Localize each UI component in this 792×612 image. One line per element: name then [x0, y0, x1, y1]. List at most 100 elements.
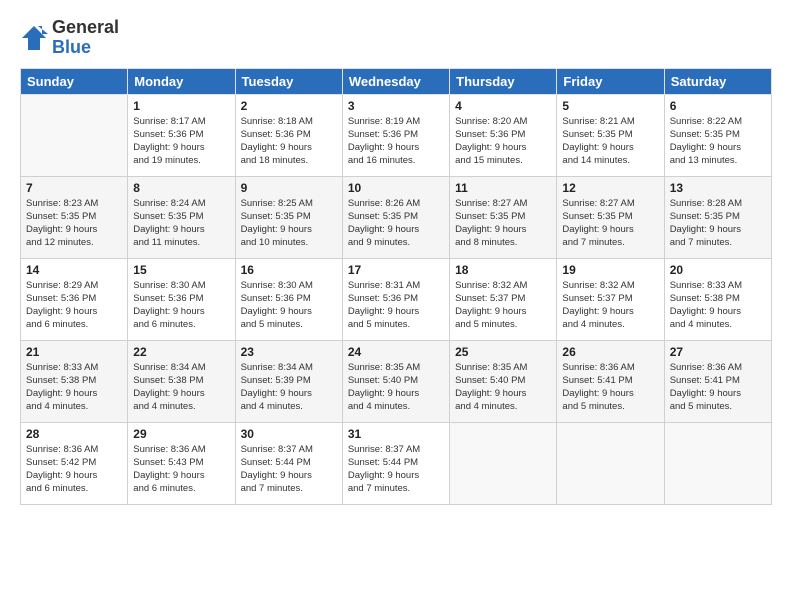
day-number: 30 [241, 427, 337, 441]
day-info: Sunrise: 8:25 AM Sunset: 5:35 PM Dayligh… [241, 197, 337, 250]
weekday-header-thursday: Thursday [450, 68, 557, 94]
calendar-cell [557, 422, 664, 504]
day-number: 16 [241, 263, 337, 277]
day-info: Sunrise: 8:19 AM Sunset: 5:36 PM Dayligh… [348, 115, 444, 168]
day-number: 2 [241, 99, 337, 113]
calendar-cell: 17 Sunrise: 8:31 AM Sunset: 5:36 PM Dayli… [342, 258, 449, 340]
calendar-cell: 28 Sunrise: 8:36 AM Sunset: 5:42 PM Dayli… [21, 422, 128, 504]
day-info: Sunrise: 8:36 AM Sunset: 5:42 PM Dayligh… [26, 443, 122, 496]
logo-icon [20, 24, 48, 52]
day-info: Sunrise: 8:36 AM Sunset: 5:41 PM Dayligh… [562, 361, 658, 414]
day-number: 10 [348, 181, 444, 195]
day-number: 26 [562, 345, 658, 359]
day-number: 19 [562, 263, 658, 277]
day-info: Sunrise: 8:26 AM Sunset: 5:35 PM Dayligh… [348, 197, 444, 250]
day-number: 5 [562, 99, 658, 113]
calendar-cell: 9 Sunrise: 8:25 AM Sunset: 5:35 PM Daylig… [235, 176, 342, 258]
day-info: Sunrise: 8:36 AM Sunset: 5:41 PM Dayligh… [670, 361, 766, 414]
calendar-cell [664, 422, 771, 504]
calendar-cell: 26 Sunrise: 8:36 AM Sunset: 5:41 PM Dayli… [557, 340, 664, 422]
calendar-cell: 7Sunrise: 8:23 AM Sunset: 5:35 PM Daylig… [21, 176, 128, 258]
calendar-cell: 25 Sunrise: 8:35 AM Sunset: 5:40 PM Dayli… [450, 340, 557, 422]
day-info: Sunrise: 8:36 AM Sunset: 5:43 PM Dayligh… [133, 443, 229, 496]
calendar-cell: 14 Sunrise: 8:29 AM Sunset: 5:36 PM Dayli… [21, 258, 128, 340]
day-number: 28 [26, 427, 122, 441]
calendar-week-row: 7Sunrise: 8:23 AM Sunset: 5:35 PM Daylig… [21, 176, 772, 258]
calendar: SundayMondayTuesdayWednesdayThursdayFrid… [20, 68, 772, 505]
logo-text: General Blue [52, 18, 119, 58]
day-number: 31 [348, 427, 444, 441]
day-number: 22 [133, 345, 229, 359]
day-info: Sunrise: 8:24 AM Sunset: 5:35 PM Dayligh… [133, 197, 229, 250]
calendar-week-row: 14 Sunrise: 8:29 AM Sunset: 5:36 PM Dayli… [21, 258, 772, 340]
day-info: Sunrise: 8:31 AM Sunset: 5:36 PM Dayligh… [348, 279, 444, 332]
day-number: 23 [241, 345, 337, 359]
day-number: 24 [348, 345, 444, 359]
day-number: 21 [26, 345, 122, 359]
calendar-cell: 1 Sunrise: 8:17 AM Sunset: 5:36 PM Daylig… [128, 94, 235, 176]
weekday-header-wednesday: Wednesday [342, 68, 449, 94]
calendar-cell: 6 Sunrise: 8:22 AM Sunset: 5:35 PM Daylig… [664, 94, 771, 176]
calendar-cell: 22 Sunrise: 8:34 AM Sunset: 5:38 PM Dayli… [128, 340, 235, 422]
page: General Blue SundayMondayTuesdayWednesda… [0, 0, 792, 612]
calendar-week-row: 28 Sunrise: 8:36 AM Sunset: 5:42 PM Dayli… [21, 422, 772, 504]
day-info: Sunrise: 8:22 AM Sunset: 5:35 PM Dayligh… [670, 115, 766, 168]
day-info: Sunrise: 8:20 AM Sunset: 5:36 PM Dayligh… [455, 115, 551, 168]
day-number: 18 [455, 263, 551, 277]
day-number: 17 [348, 263, 444, 277]
calendar-cell: 12Sunrise: 8:27 AM Sunset: 5:35 PM Dayli… [557, 176, 664, 258]
day-number: 27 [670, 345, 766, 359]
calendar-cell: 27 Sunrise: 8:36 AM Sunset: 5:41 PM Dayli… [664, 340, 771, 422]
day-info: Sunrise: 8:34 AM Sunset: 5:38 PM Dayligh… [133, 361, 229, 414]
calendar-week-row: 21Sunrise: 8:33 AM Sunset: 5:38 PM Dayli… [21, 340, 772, 422]
weekday-header-friday: Friday [557, 68, 664, 94]
calendar-cell: 20 Sunrise: 8:33 AM Sunset: 5:38 PM Dayli… [664, 258, 771, 340]
day-info: Sunrise: 8:32 AM Sunset: 5:37 PM Dayligh… [455, 279, 551, 332]
day-info: Sunrise: 8:21 AM Sunset: 5:35 PM Dayligh… [562, 115, 658, 168]
weekday-header-monday: Monday [128, 68, 235, 94]
header: General Blue [20, 18, 772, 58]
day-info: Sunrise: 8:18 AM Sunset: 5:36 PM Dayligh… [241, 115, 337, 168]
day-number: 7 [26, 181, 122, 195]
day-number: 6 [670, 99, 766, 113]
day-info: Sunrise: 8:29 AM Sunset: 5:36 PM Dayligh… [26, 279, 122, 332]
weekday-header-row: SundayMondayTuesdayWednesdayThursdayFrid… [21, 68, 772, 94]
day-number: 11 [455, 181, 551, 195]
day-number: 12 [562, 181, 658, 195]
day-info: Sunrise: 8:35 AM Sunset: 5:40 PM Dayligh… [348, 361, 444, 414]
day-info: Sunrise: 8:30 AM Sunset: 5:36 PM Dayligh… [133, 279, 229, 332]
calendar-cell: 30 Sunrise: 8:37 AM Sunset: 5:44 PM Dayli… [235, 422, 342, 504]
day-number: 20 [670, 263, 766, 277]
calendar-week-row: 1 Sunrise: 8:17 AM Sunset: 5:36 PM Daylig… [21, 94, 772, 176]
calendar-cell: 3 Sunrise: 8:19 AM Sunset: 5:36 PM Daylig… [342, 94, 449, 176]
calendar-cell: 31 Sunrise: 8:37 AM Sunset: 5:44 PM Dayli… [342, 422, 449, 504]
day-info: Sunrise: 8:17 AM Sunset: 5:36 PM Dayligh… [133, 115, 229, 168]
calendar-cell: 10 Sunrise: 8:26 AM Sunset: 5:35 PM Dayli… [342, 176, 449, 258]
calendar-cell: 5 Sunrise: 8:21 AM Sunset: 5:35 PM Daylig… [557, 94, 664, 176]
day-number: 1 [133, 99, 229, 113]
day-number: 25 [455, 345, 551, 359]
calendar-cell [450, 422, 557, 504]
day-info: Sunrise: 8:33 AM Sunset: 5:38 PM Dayligh… [670, 279, 766, 332]
day-info: Sunrise: 8:37 AM Sunset: 5:44 PM Dayligh… [241, 443, 337, 496]
day-number: 3 [348, 99, 444, 113]
day-number: 13 [670, 181, 766, 195]
weekday-header-tuesday: Tuesday [235, 68, 342, 94]
day-info: Sunrise: 8:37 AM Sunset: 5:44 PM Dayligh… [348, 443, 444, 496]
day-number: 15 [133, 263, 229, 277]
calendar-cell: 13Sunrise: 8:28 AM Sunset: 5:35 PM Dayli… [664, 176, 771, 258]
calendar-cell: 8 Sunrise: 8:24 AM Sunset: 5:35 PM Daylig… [128, 176, 235, 258]
day-info: Sunrise: 8:34 AM Sunset: 5:39 PM Dayligh… [241, 361, 337, 414]
calendar-cell: 4Sunrise: 8:20 AM Sunset: 5:36 PM Daylig… [450, 94, 557, 176]
calendar-cell: 29Sunrise: 8:36 AM Sunset: 5:43 PM Dayli… [128, 422, 235, 504]
day-number: 14 [26, 263, 122, 277]
calendar-cell: 21Sunrise: 8:33 AM Sunset: 5:38 PM Dayli… [21, 340, 128, 422]
calendar-cell: 2 Sunrise: 8:18 AM Sunset: 5:36 PM Daylig… [235, 94, 342, 176]
day-number: 9 [241, 181, 337, 195]
calendar-cell: 16 Sunrise: 8:30 AM Sunset: 5:36 PM Dayli… [235, 258, 342, 340]
day-info: Sunrise: 8:35 AM Sunset: 5:40 PM Dayligh… [455, 361, 551, 414]
day-info: Sunrise: 8:30 AM Sunset: 5:36 PM Dayligh… [241, 279, 337, 332]
calendar-cell: 18 Sunrise: 8:32 AM Sunset: 5:37 PM Dayli… [450, 258, 557, 340]
calendar-cell [21, 94, 128, 176]
day-number: 8 [133, 181, 229, 195]
